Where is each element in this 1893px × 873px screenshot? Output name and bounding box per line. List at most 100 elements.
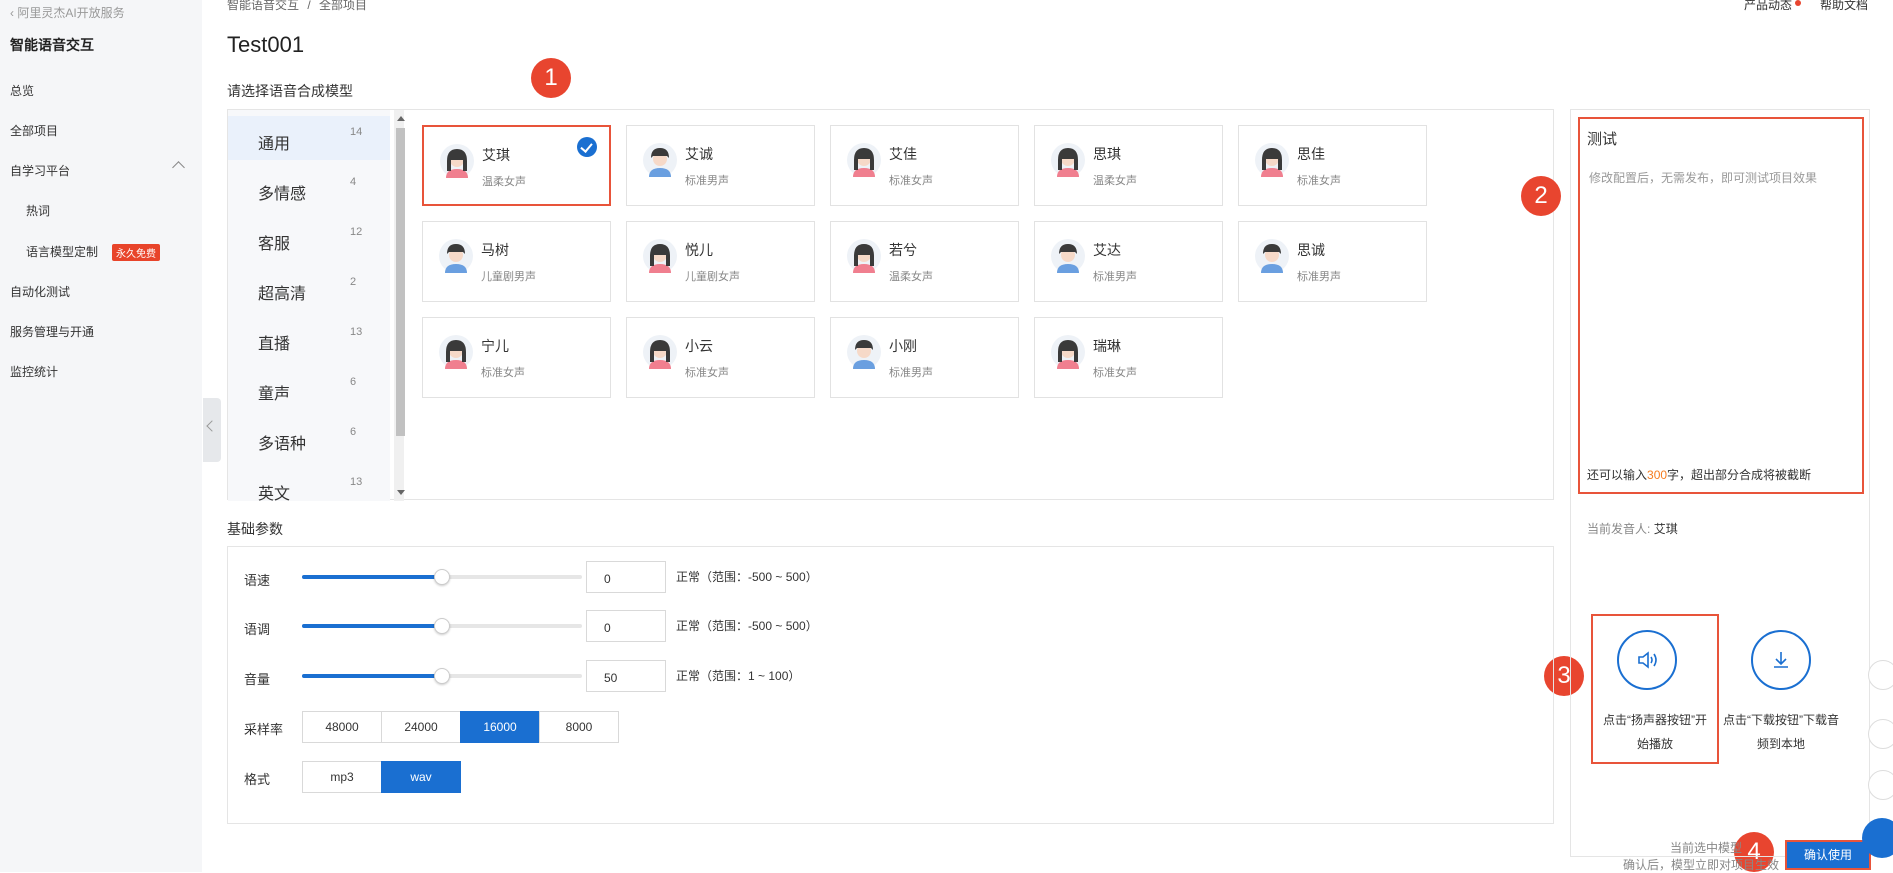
volume-range: 正常（范围：1 ~ 100） xyxy=(676,669,801,683)
voice-card[interactable]: 艾达 标准男声 xyxy=(1034,221,1223,302)
slider-handle[interactable] xyxy=(434,569,450,585)
speed-range: 正常（范围：-500 ~ 500） xyxy=(676,570,818,584)
speed-slider[interactable] xyxy=(302,569,582,585)
volume-input[interactable]: 50 xyxy=(586,660,666,692)
sidebar-item-service-mgmt[interactable]: 服务管理与开通 xyxy=(10,323,94,340)
male-avatar-icon xyxy=(1255,239,1289,273)
breadcrumb-item[interactable]: 全部项目 xyxy=(319,0,367,12)
pitch-slider[interactable] xyxy=(302,618,582,634)
male-avatar-icon xyxy=(439,239,473,273)
chat-icon[interactable] xyxy=(1868,770,1893,800)
category-item[interactable]: 通用 14 xyxy=(228,116,390,160)
voice-card[interactable]: 若兮 温柔女声 xyxy=(830,221,1019,302)
voice-card[interactable]: 瑞琳 标准女声 xyxy=(1034,317,1223,398)
female-avatar-icon xyxy=(440,144,474,178)
female-avatar-icon xyxy=(847,143,881,177)
voice-name: 小刚 xyxy=(889,338,917,354)
voice-name: 艾诚 xyxy=(685,146,713,162)
edit-icon[interactable] xyxy=(1868,660,1893,690)
voice-card[interactable]: 艾琪 温柔女声 xyxy=(422,125,611,206)
category-item[interactable]: 超高清 2 xyxy=(228,266,390,310)
category-count: 4 xyxy=(350,176,357,188)
test-title: 测试 xyxy=(1587,131,1618,148)
category-item[interactable]: 多情感 4 xyxy=(228,166,390,210)
voice-description: 标准女声 xyxy=(481,367,525,379)
volume-slider[interactable] xyxy=(302,668,582,684)
category-count: 14 xyxy=(350,126,363,138)
voice-card[interactable]: 悦儿 儿童剧女声 xyxy=(626,221,815,302)
voice-card[interactable]: 小刚 标准男声 xyxy=(830,317,1019,398)
sidebar-item-hotwords[interactable]: 热词 xyxy=(26,202,50,219)
segment-option[interactable]: 48000 xyxy=(302,711,382,743)
category-item[interactable]: 多语种 6 xyxy=(228,416,390,460)
category-item[interactable]: 英文 13 xyxy=(228,466,390,501)
category-list: 通用 14 多情感 4 客服 12 超高清 2 直播 13 童声 6 多语种 6 英文 13 xyxy=(228,110,390,501)
voice-card[interactable]: 小云 标准女声 xyxy=(626,317,815,398)
voice-card[interactable]: 宁儿 标准女声 xyxy=(422,317,611,398)
segment-option[interactable]: wav xyxy=(381,761,461,793)
help-docs-link[interactable]: 帮助文档 xyxy=(1820,0,1868,13)
sidebar-item-overview[interactable]: 总览 xyxy=(10,82,34,99)
voice-name: 艾达 xyxy=(1093,242,1121,258)
chevron-left-icon xyxy=(206,420,218,432)
segment-option[interactable]: 8000 xyxy=(539,711,619,743)
speed-label: 语速 xyxy=(244,573,271,588)
segment-option[interactable]: 16000 xyxy=(460,711,540,743)
category-item[interactable]: 童声 6 xyxy=(228,366,390,410)
sidebar-item-self-learning[interactable]: 自学习平台 xyxy=(10,162,70,179)
breadcrumb-item[interactable]: 智能语音交互 xyxy=(227,0,299,12)
download-hint-line: 点击“下载按钮”下载音 xyxy=(1723,713,1839,727)
voice-name: 艾琪 xyxy=(482,147,510,163)
sidebar-collapse-button[interactable] xyxy=(203,398,221,462)
male-avatar-icon xyxy=(643,143,677,177)
sidebar-title: 智能语音交互 xyxy=(10,37,94,53)
product-news-link[interactable]: 产品动态 xyxy=(1744,0,1792,13)
segment-option[interactable]: 24000 xyxy=(381,711,461,743)
voice-description: 温柔女声 xyxy=(889,271,933,283)
sidebar-item-monitoring[interactable]: 监控统计 xyxy=(10,363,58,380)
voice-name: 马树 xyxy=(481,242,509,258)
speed-input[interactable]: 0 xyxy=(586,561,666,593)
voice-description: 标准女声 xyxy=(685,367,729,379)
download-button[interactable] xyxy=(1751,630,1811,690)
slider-handle[interactable] xyxy=(434,618,450,634)
sidebar-item-auto-test[interactable]: 自动化测试 xyxy=(10,283,70,300)
current-speaker-name: 艾琪 xyxy=(1653,522,1678,536)
test-placeholder: 修改配置后，无需发布，即可测试项目效果 xyxy=(1589,171,1818,185)
current-speaker-label: 当前发音人: xyxy=(1587,522,1651,536)
category-item[interactable]: 直播 13 xyxy=(228,316,390,360)
download-hint-line: 频到本地 xyxy=(1756,737,1805,751)
scroll-up-arrow-icon[interactable] xyxy=(397,116,405,121)
voice-card[interactable]: 艾诚 标准男声 xyxy=(626,125,815,206)
download-icon xyxy=(1774,652,1788,668)
scroll-down-arrow-icon[interactable] xyxy=(397,490,405,495)
pitch-input[interactable]: 0 xyxy=(586,610,666,642)
play-button[interactable] xyxy=(1617,630,1677,690)
confirm-button[interactable]: 确认使用 xyxy=(1785,840,1871,870)
voice-card[interactable]: 马树 儿童剧男声 xyxy=(422,221,611,302)
female-avatar-icon xyxy=(1051,143,1085,177)
notification-dot xyxy=(1795,0,1801,6)
free-badge: 永久免费 xyxy=(112,244,160,261)
sidebar-item-all-projects[interactable]: 全部项目 xyxy=(10,122,58,139)
sidebar-item-language-model[interactable]: 语言模型定制 xyxy=(26,243,98,260)
female-avatar-icon xyxy=(847,239,881,273)
book-icon[interactable] xyxy=(1868,719,1893,749)
voice-card[interactable]: 艾佳 标准女声 xyxy=(830,125,1019,206)
voice-card[interactable]: 思佳 标准女声 xyxy=(1238,125,1427,206)
char-count-suffix: 字，超出部分合成将被截断 xyxy=(1667,468,1812,482)
annotation-badge: 2 xyxy=(1521,176,1561,216)
category-name: 童声 xyxy=(258,386,291,403)
back-link[interactable]: ‹ 阿里灵杰AI开放服务 xyxy=(10,4,125,21)
voice-card[interactable]: 思诚 标准男声 xyxy=(1238,221,1427,302)
segment-option[interactable]: mp3 xyxy=(302,761,382,793)
voice-description: 儿童剧男声 xyxy=(481,271,536,283)
category-item[interactable]: 客服 12 xyxy=(228,216,390,260)
category-count: 6 xyxy=(350,426,357,438)
scrollbar-thumb[interactable] xyxy=(396,128,405,436)
chevron-up-icon[interactable] xyxy=(172,161,185,174)
voice-description: 标准女声 xyxy=(889,175,933,187)
voice-card[interactable]: 思琪 温柔女声 xyxy=(1034,125,1223,206)
back-link-label: 阿里灵杰AI开放服务 xyxy=(17,6,125,20)
slider-handle[interactable] xyxy=(434,668,450,684)
